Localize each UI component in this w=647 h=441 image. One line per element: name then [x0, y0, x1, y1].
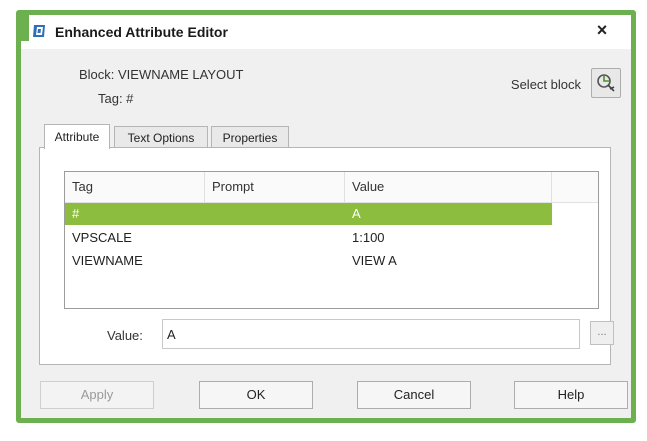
row-tag: # — [72, 206, 80, 221]
value-input[interactable] — [162, 319, 580, 349]
enhanced-attribute-editor-dialog: Enhanced Attribute Editor × Block: VIEWN… — [16, 10, 636, 423]
row-value: VIEW A — [352, 253, 397, 268]
row-tag: VIEWNAME — [72, 253, 143, 268]
column-header-prompt[interactable]: Prompt — [205, 172, 345, 202]
column-header-value[interactable]: Value — [345, 172, 552, 202]
select-block-label: Select block — [510, 77, 581, 92]
app-icon — [31, 23, 47, 39]
attribute-tab-panel: Tag Prompt Value # A VPSCALE 1:100 VIEWN… — [39, 147, 614, 365]
window-title: Enhanced Attribute Editor — [55, 24, 228, 40]
list-header: Tag Prompt Value — [65, 172, 598, 203]
column-header-tag[interactable]: Tag — [65, 172, 205, 202]
tab-attribute[interactable]: Attribute — [44, 124, 110, 149]
row-value: A — [352, 206, 361, 221]
apply-button[interactable]: Apply — [40, 381, 154, 409]
select-block-button[interactable] — [591, 68, 621, 98]
attribute-list[interactable]: Tag Prompt Value # A VPSCALE 1:100 VIEWN… — [64, 171, 599, 309]
tab-properties[interactable]: Properties — [211, 126, 289, 148]
table-row[interactable]: # A — [65, 203, 552, 225]
value-label: Value: — [107, 328, 143, 343]
title-bar: Enhanced Attribute Editor × — [21, 15, 631, 49]
tag-label: Tag: # — [98, 91, 134, 106]
select-object-icon — [592, 74, 620, 101]
help-button[interactable]: Help — [514, 381, 628, 409]
row-value: 1:100 — [352, 230, 385, 245]
title-accent — [21, 15, 29, 41]
close-button[interactable]: × — [591, 19, 613, 41]
tab-text-options[interactable]: Text Options — [114, 126, 208, 148]
table-row[interactable]: VPSCALE 1:100 — [65, 227, 552, 249]
block-name-label: Block: VIEWNAME LAYOUT — [79, 67, 244, 82]
cancel-button[interactable]: Cancel — [357, 381, 471, 409]
ok-button[interactable]: OK — [199, 381, 313, 409]
row-tag: VPSCALE — [72, 230, 132, 245]
browse-button[interactable]: ... — [590, 321, 614, 345]
table-row[interactable]: VIEWNAME VIEW A — [65, 250, 552, 272]
